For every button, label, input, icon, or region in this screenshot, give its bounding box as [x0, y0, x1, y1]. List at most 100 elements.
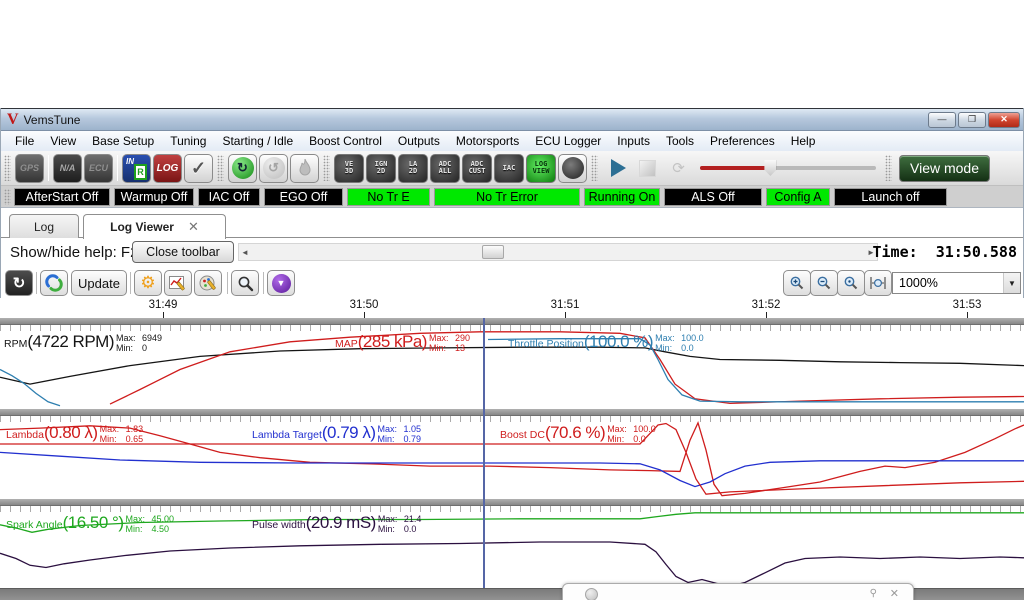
- close-toolbar-button[interactable]: Close toolbar: [132, 241, 234, 263]
- toolbar-grip[interactable]: [323, 155, 330, 181]
- zoom-in-button[interactable]: [783, 270, 811, 296]
- axis-label-31-49: 31:49: [143, 299, 183, 311]
- min-label: Min:: [126, 525, 152, 535]
- chart-panel-2[interactable]: Lambda(0.80 λ)Max:1.83Min:0.65Lambda Tar…: [0, 409, 1024, 499]
- minimize-button[interactable]: —: [928, 112, 956, 128]
- zoom-reset-button[interactable]: [837, 270, 865, 296]
- gps-button[interactable]: GPS: [15, 154, 44, 183]
- toolbar-grip[interactable]: [217, 155, 224, 181]
- gauge-button-log-view[interactable]: LOGVIEW: [526, 154, 556, 183]
- gauge-button-la-2d[interactable]: LA2D: [398, 154, 428, 183]
- axis-label-31-52: 31:52: [746, 299, 786, 311]
- status-no-tr-e[interactable]: No Tr E: [347, 188, 430, 206]
- search-button[interactable]: [231, 270, 259, 296]
- tab-close-icon[interactable]: ✕: [188, 219, 199, 235]
- restore-button[interactable]: ❐: [958, 112, 986, 128]
- chart-panel-3[interactable]: Spark Angle(16.50 °)Max:45.00Min:4.50Pul…: [0, 499, 1024, 588]
- input-replay-button[interactable]: IN R: [122, 154, 151, 183]
- log-controls-row: ↻ Update ⚙: [1, 268, 1023, 298]
- menu-boost-control[interactable]: Boost Control: [301, 132, 390, 150]
- status-running-on[interactable]: Running On: [584, 188, 660, 206]
- gauge-button-iac[interactable]: IAC: [494, 154, 524, 183]
- log-scrollbar[interactable]: ◄ ►: [238, 243, 878, 261]
- menu-inputs[interactable]: Inputs: [609, 132, 658, 150]
- disconnect-button[interactable]: ↺: [259, 154, 288, 183]
- gauge-button-ve-3d[interactable]: VE3D: [334, 154, 364, 183]
- status-config-a[interactable]: Config A: [766, 188, 830, 206]
- search-icon: [237, 275, 254, 292]
- playback-slider[interactable]: [700, 159, 876, 177]
- menu-tools[interactable]: Tools: [658, 132, 702, 150]
- chevron-down-icon[interactable]: ▼: [1003, 273, 1020, 293]
- menu-help[interactable]: Help: [783, 132, 824, 150]
- curve-pulse-width: [0, 542, 1024, 586]
- gauge-button-adc-cust[interactable]: ADCCUST: [462, 154, 492, 183]
- status-no-tr-error[interactable]: No Tr Error: [434, 188, 580, 206]
- toolbar-grip[interactable]: [591, 155, 598, 181]
- series-max-min: Max:45.00Min:4.50: [126, 513, 175, 534]
- burn-button[interactable]: [290, 154, 319, 183]
- chart-edit-button[interactable]: [164, 270, 192, 296]
- status-als-off[interactable]: ALS Off: [664, 188, 762, 206]
- connect-button[interactable]: ↻: [228, 154, 257, 183]
- popup-close-icon[interactable]: ✕: [890, 587, 899, 600]
- toolbar-grip[interactable]: [885, 155, 892, 181]
- zoom-level-select[interactable]: 1000% ▼: [892, 272, 1021, 294]
- scroll-left-icon[interactable]: ◄: [239, 244, 251, 260]
- status-warmup-off[interactable]: Warmup Off: [114, 188, 194, 206]
- status-iac-off[interactable]: IAC Off: [198, 188, 260, 206]
- slider-fill: [700, 166, 770, 170]
- menu-base-setup[interactable]: Base Setup: [84, 132, 162, 150]
- ecu-button[interactable]: ECU: [84, 154, 113, 183]
- chart-edit-icon: [169, 275, 187, 291]
- close-button[interactable]: ✕: [988, 112, 1020, 128]
- tab-log[interactable]: Log: [9, 214, 79, 238]
- validate-button[interactable]: ✓: [184, 154, 213, 183]
- menu-preferences[interactable]: Preferences: [702, 132, 783, 150]
- update-button[interactable]: Update: [71, 270, 127, 296]
- status-afterstart-off[interactable]: AfterStart Off: [14, 188, 110, 206]
- pin-icon[interactable]: ⚲: [870, 588, 877, 599]
- menu-starting-idle[interactable]: Starting / Idle: [214, 132, 301, 150]
- na-button[interactable]: N/A: [53, 154, 82, 183]
- menu-tuning[interactable]: Tuning: [162, 132, 214, 150]
- colors-edit-button[interactable]: [194, 270, 222, 296]
- gauge-button-label: VIEW: [533, 168, 550, 175]
- time-cursor-line[interactable]: [483, 318, 485, 588]
- gauge-view-button[interactable]: [558, 154, 587, 183]
- gauge-popup[interactable]: ⚲ ✕: [562, 583, 914, 600]
- gauge-button-ign-2d[interactable]: IGN2D: [366, 154, 396, 183]
- play-button[interactable]: [602, 154, 631, 183]
- toolbar-grip[interactable]: [4, 155, 11, 181]
- check-icon: ✓: [191, 158, 206, 179]
- sync-button[interactable]: ↻: [5, 270, 33, 296]
- log-chart-area[interactable]: RPM(4722 RPM)Max:6949Min:0MAP(285 kPa)Ma…: [0, 318, 1024, 588]
- settings-button[interactable]: ⚙: [134, 270, 162, 296]
- log-button[interactable]: LOG: [153, 154, 182, 183]
- slider-thumb[interactable]: [764, 160, 776, 176]
- status-launch-off[interactable]: Launch off: [834, 188, 947, 206]
- download-marker-button[interactable]: ▼: [267, 270, 295, 296]
- zoom-out-button[interactable]: [810, 270, 838, 296]
- loop-icon: ⟳: [672, 159, 685, 177]
- tab-log-viewer[interactable]: Log Viewer✕: [83, 214, 226, 239]
- statusbar-grip[interactable]: [4, 189, 11, 205]
- gauge-button-adc-all[interactable]: ADCALL: [430, 154, 460, 183]
- tab-bar: LogLog Viewer✕: [1, 208, 1023, 238]
- menu-file[interactable]: File: [7, 132, 42, 150]
- stop-button[interactable]: [633, 154, 662, 183]
- scrollbar-thumb[interactable]: [482, 245, 504, 259]
- menu-outputs[interactable]: Outputs: [390, 132, 448, 150]
- status-ego-off[interactable]: EGO Off: [264, 188, 343, 206]
- reconnect-button[interactable]: [40, 270, 68, 296]
- menu-view[interactable]: View: [42, 132, 84, 150]
- zoom-fit-button[interactable]: [864, 270, 892, 296]
- chart-panel-1[interactable]: RPM(4722 RPM)Max:6949Min:0MAP(285 kPa)Ma…: [0, 318, 1024, 409]
- toolbar-separator: [48, 155, 49, 181]
- view-mode-button[interactable]: View mode: [899, 155, 990, 182]
- loop-button[interactable]: ⟳: [664, 154, 693, 183]
- zoom-fit-icon: [869, 275, 887, 291]
- menu-motorsports[interactable]: Motorsports: [448, 132, 527, 150]
- menu-ecu-logger[interactable]: ECU Logger: [527, 132, 609, 150]
- min-label: Min:: [429, 344, 455, 354]
